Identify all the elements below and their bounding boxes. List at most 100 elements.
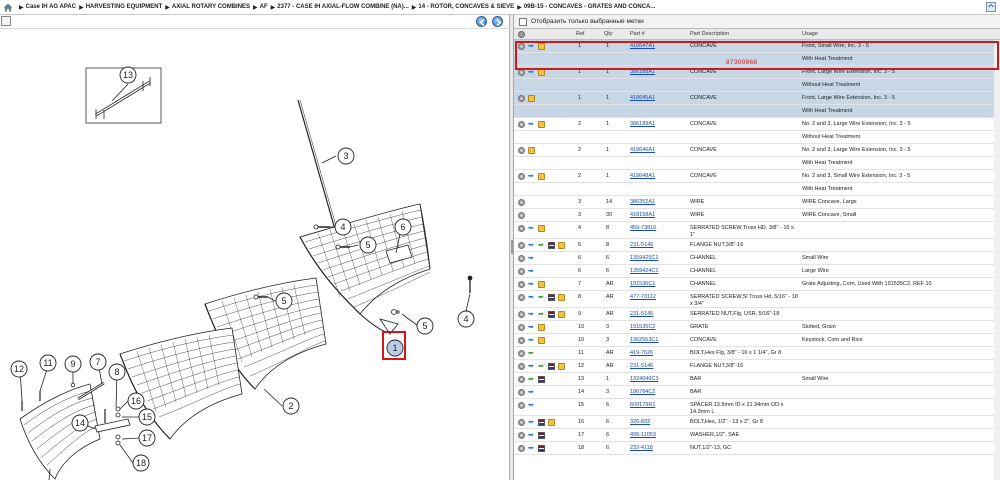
gear-icon[interactable] bbox=[518, 311, 525, 318]
arrow-icon[interactable]: ➥ bbox=[528, 242, 535, 249]
arrow-icon[interactable]: ➥ bbox=[528, 432, 535, 439]
header-ref[interactable]: Ref bbox=[576, 31, 585, 37]
table-row[interactable]: ➥ 10 3 191535C2 GRATE Slotted, Grain bbox=[514, 321, 1000, 334]
breadcrumb-item[interactable]: 14 - ROTOR, CONCAVES & SIEVE bbox=[418, 4, 514, 10]
callout-label[interactable]: 14 bbox=[75, 418, 85, 428]
table-row[interactable]: 3 30 418158A1 WIRE WIRE Concave, Small bbox=[514, 209, 1000, 222]
table-row[interactable]: 1 1 418645A1 CONCAVE Front, Large Wire Exten… bbox=[514, 92, 1000, 105]
table-row[interactable]: ➥ 6 6 1359424C1 CHANNEL Large Wire bbox=[514, 265, 1000, 278]
header-usage[interactable]: Usage bbox=[802, 31, 818, 37]
box-icon[interactable] bbox=[548, 419, 555, 426]
part-number-link[interactable]: 1324046C3 bbox=[630, 376, 658, 383]
callout-label[interactable]: 9 bbox=[70, 359, 75, 369]
arrow-icon[interactable]: ➥ bbox=[528, 281, 535, 288]
box-icon[interactable] bbox=[528, 95, 535, 102]
part-number-link[interactable]: 1362563C1 bbox=[630, 337, 658, 344]
part-number-link[interactable]: 232-4118 bbox=[630, 445, 653, 452]
arrow-icon[interactable]: ➥ bbox=[528, 225, 535, 232]
refresh-icon[interactable] bbox=[986, 2, 996, 12]
callout-label[interactable]: 5 bbox=[422, 321, 427, 331]
arrow-icon[interactable]: ➥ bbox=[528, 389, 535, 396]
table-row[interactable]: ➥ 2 1 386189A1 CONCAVE No. 2 and 3, Large Wir… bbox=[514, 118, 1000, 131]
part-number-link[interactable]: 386352A1 bbox=[630, 199, 655, 206]
home-icon[interactable] bbox=[3, 3, 13, 12]
gear-icon[interactable] bbox=[518, 212, 525, 219]
callout-label[interactable]: 2 bbox=[288, 401, 293, 411]
header-description[interactable]: Part Description bbox=[690, 31, 729, 37]
breadcrumb-item[interactable]: Case IH AG APAC bbox=[26, 4, 76, 10]
callout-label[interactable]: 8 bbox=[114, 367, 119, 377]
table-row[interactable]: ➥ 7 AR 191536C1 CHANNEL Grate Adjusting, Corn… bbox=[514, 278, 1000, 291]
callout-label[interactable]: 4 bbox=[340, 222, 345, 232]
splitter-grip[interactable] bbox=[511, 240, 513, 254]
book-icon[interactable] bbox=[548, 242, 555, 249]
arrow-icon[interactable]: ➥ bbox=[528, 121, 535, 128]
green-arrow-icon[interactable]: ➦ bbox=[528, 350, 535, 357]
part-number-link[interactable]: 326-832 bbox=[630, 419, 650, 426]
box-icon[interactable] bbox=[538, 337, 545, 344]
book-icon[interactable] bbox=[538, 376, 545, 383]
part-number-link[interactable]: 477-73112 bbox=[630, 294, 656, 301]
table-row[interactable]: With Heat Treatment bbox=[514, 157, 1000, 170]
gear-icon[interactable] bbox=[518, 432, 525, 439]
callout-label[interactable]: 17 bbox=[142, 433, 152, 443]
gear-icon[interactable] bbox=[518, 402, 525, 409]
callout-label[interactable]: 1 bbox=[392, 343, 397, 353]
part-number-link[interactable]: 231-5146 bbox=[630, 242, 653, 249]
callout-label[interactable]: 7 bbox=[95, 357, 100, 367]
gear-icon[interactable] bbox=[518, 445, 525, 452]
gear-icon[interactable] bbox=[518, 268, 525, 275]
table-row[interactable]: ➥ 18 6 232-4118 NUT,1/2"-13, GC bbox=[514, 442, 1000, 455]
table-row[interactable]: 3 14 386352A1 WIRE WIRE Concave, Large bbox=[514, 196, 1000, 209]
breadcrumb-item[interactable]: 2377 - CASE IH AXIAL-FLOW COMBINE (NA)..… bbox=[277, 4, 408, 10]
callout-label[interactable]: 18 bbox=[136, 458, 146, 468]
header-part[interactable]: Part # bbox=[630, 31, 645, 37]
gear-icon[interactable] bbox=[518, 419, 525, 426]
gear-icon[interactable] bbox=[518, 337, 525, 344]
green-arrow-icon[interactable]: ➦ bbox=[528, 376, 535, 383]
table-row[interactable]: ➥ 4 8 459-73816 SERRATED SCREW,Truss HD, 3/8… bbox=[514, 222, 1000, 239]
gear-icon[interactable] bbox=[518, 31, 525, 38]
callout-label[interactable]: 5 bbox=[365, 240, 370, 250]
callout-label[interactable]: 11 bbox=[43, 358, 52, 368]
arrow-icon[interactable]: ➥ bbox=[528, 324, 535, 331]
callout-label[interactable]: 3 bbox=[343, 151, 348, 161]
box-icon[interactable] bbox=[538, 324, 545, 331]
part-number-link[interactable]: 1359424C1 bbox=[630, 268, 658, 275]
table-row[interactable]: ➥ 6 6 1359425C1 CHANNEL Small Wire bbox=[514, 252, 1000, 265]
gear-icon[interactable] bbox=[518, 281, 525, 288]
breadcrumb-item[interactable]: AF bbox=[260, 4, 268, 10]
arrow-right-circle-icon[interactable] bbox=[492, 16, 503, 27]
book-icon[interactable] bbox=[538, 445, 545, 452]
box-icon[interactable] bbox=[538, 121, 545, 128]
gear-icon[interactable] bbox=[518, 255, 525, 262]
arrow-icon[interactable]: ➥ bbox=[528, 311, 535, 318]
gear-icon[interactable] bbox=[518, 121, 525, 128]
part-number-link[interactable]: 418645A1 bbox=[630, 95, 655, 102]
callout-label[interactable]: 12 bbox=[14, 364, 24, 374]
callout-label[interactable]: 16 bbox=[131, 396, 141, 406]
green-arrow-icon[interactable]: ➦ bbox=[538, 363, 545, 370]
book-icon[interactable] bbox=[548, 363, 555, 370]
breadcrumb-item[interactable]: 09B-15 - CONCAVES - GRATES AND CONCA... bbox=[524, 4, 656, 10]
box-icon[interactable] bbox=[558, 363, 565, 370]
breadcrumb-item[interactable]: HARVESTING EQUIPMENT bbox=[86, 4, 163, 10]
table-row[interactable]: 2 1 418646A1 CONCAVE No. 2 and 3, Large Wire… bbox=[514, 144, 1000, 157]
part-number-link[interactable]: 191535C2 bbox=[630, 324, 655, 331]
part-number-link[interactable]: 609179R1 bbox=[630, 402, 655, 409]
part-number-link[interactable]: 1359425C1 bbox=[630, 255, 658, 262]
table-row[interactable]: ➥ 14 3 186784C2 BAR bbox=[514, 386, 1000, 399]
part-number-link[interactable]: 419-7626 bbox=[630, 350, 653, 357]
gear-icon[interactable] bbox=[518, 199, 525, 206]
callout-label[interactable]: 15 bbox=[142, 412, 152, 422]
green-arrow-icon[interactable]: ➦ bbox=[538, 311, 545, 318]
table-row[interactable]: ➥ 2 1 418648A1 CONCAVE No. 2 and 3, Small Wir… bbox=[514, 170, 1000, 183]
table-row[interactable]: ➥ 16 6 326-832 BOLT,Hex, 1/2" - 13 x 2", Gr … bbox=[514, 416, 1000, 429]
table-row[interactable]: Without Heat Treatment bbox=[514, 131, 1000, 144]
part-number-link[interactable]: 418158A1 bbox=[630, 212, 655, 219]
breadcrumb-item[interactable]: AXIAL ROTARY COMBINES bbox=[172, 4, 250, 10]
arrow-icon[interactable]: ➥ bbox=[528, 445, 535, 452]
callout-label[interactable]: 6 bbox=[400, 222, 405, 232]
expand-icon[interactable] bbox=[1, 16, 11, 26]
gear-icon[interactable] bbox=[518, 95, 525, 102]
